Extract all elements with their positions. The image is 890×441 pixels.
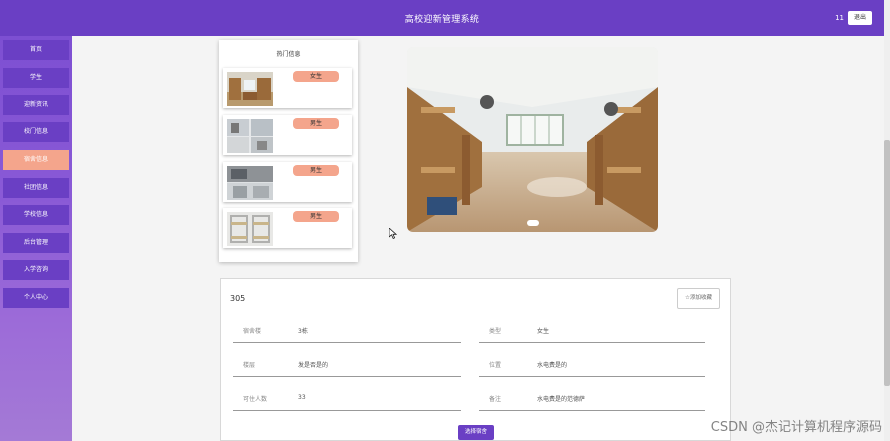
field-label: 楼层 — [243, 362, 256, 369]
field-floor: 楼层 发是否是的 — [233, 355, 461, 377]
top-header: 高校迎新管理系统 11 退出 — [0, 0, 884, 36]
page-scrollbar[interactable] — [884, 0, 890, 441]
field-label: 类型 — [489, 328, 502, 335]
mouse-cursor-icon — [388, 227, 398, 241]
username-label: 11 — [835, 14, 844, 22]
dorm-thumbnail — [227, 166, 273, 200]
field-capacity: 可住人数 33 — [233, 389, 461, 411]
hot-item[interactable]: 女生 — [223, 68, 352, 108]
add-favorite-button[interactable]: ☆添加收藏 — [677, 288, 720, 309]
field-building: 宿舍楼 3栋 — [233, 321, 461, 343]
gender-tag: 男生 — [293, 118, 339, 129]
sidebar-item-dorm[interactable]: 宿舍信息 — [3, 150, 69, 170]
sidebar-item-school[interactable]: 学校信息 — [3, 205, 69, 225]
dorm-detail-panel: 305 ☆添加收藏 宿舍楼 3栋 楼层 发是否是的 可住人数 33 类型 女生 … — [220, 278, 731, 441]
dorm-thumbnail — [227, 72, 273, 106]
field-value: 33 — [298, 394, 306, 401]
dorm-thumbnail — [227, 212, 273, 246]
carousel-indicator[interactable] — [527, 220, 539, 226]
dorm-photo — [407, 47, 658, 232]
sidebar-item-profile[interactable]: 个人中心 — [3, 288, 69, 308]
dorm-image-carousel[interactable] — [407, 47, 658, 232]
field-value: 水电费是的范德萨 — [537, 396, 586, 403]
hot-item[interactable]: 男生 — [223, 115, 352, 155]
hot-info-panel: 热门信息 女生 男生 男生 男生 — [219, 40, 358, 262]
field-value: 水电费是的 — [537, 362, 568, 369]
gender-tag: 男生 — [293, 165, 339, 176]
watermark: CSDN @杰记计算机程序源码 — [710, 420, 882, 435]
field-label: 位置 — [489, 362, 502, 369]
field-value: 发是否是的 — [298, 362, 329, 369]
field-label: 可住人数 — [243, 396, 268, 403]
sidebar: 首页 学生 迎新资讯 校门信息 宿舍信息 社团信息 学校信息 后台管理 入学咨询… — [0, 36, 72, 441]
field-label: 备注 — [489, 396, 502, 403]
sidebar-item-student[interactable]: 学生 — [3, 68, 69, 88]
sidebar-item-consult[interactable]: 入学咨询 — [3, 260, 69, 280]
select-dorm-button[interactable]: 选择宿舍 — [458, 425, 494, 440]
app-title: 高校迎新管理系统 — [404, 15, 480, 25]
scrollbar-thumb[interactable] — [884, 140, 890, 386]
field-type: 类型 女生 — [479, 321, 705, 343]
sidebar-item-gate[interactable]: 校门信息 — [3, 122, 69, 142]
gender-tag: 男生 — [293, 211, 339, 222]
sidebar-item-news[interactable]: 迎新资讯 — [3, 95, 69, 115]
sidebar-item-home[interactable]: 首页 — [3, 40, 69, 60]
field-value: 女生 — [537, 328, 550, 335]
dorm-thumbnail — [227, 119, 273, 153]
gender-tag: 女生 — [293, 71, 339, 82]
logout-button[interactable]: 退出 — [848, 11, 872, 25]
hot-item[interactable]: 男生 — [223, 162, 352, 202]
field-value: 3栋 — [298, 328, 308, 335]
field-note: 备注 水电费是的范德萨 — [479, 389, 705, 411]
field-label: 宿舍楼 — [243, 328, 262, 335]
room-number: 305 — [230, 294, 246, 303]
sidebar-item-club[interactable]: 社团信息 — [3, 178, 69, 198]
field-location: 位置 水电费是的 — [479, 355, 705, 377]
hot-info-title: 热门信息 — [276, 51, 301, 58]
hot-item[interactable]: 男生 — [223, 208, 352, 248]
sidebar-item-admin[interactable]: 后台管理 — [3, 233, 69, 253]
